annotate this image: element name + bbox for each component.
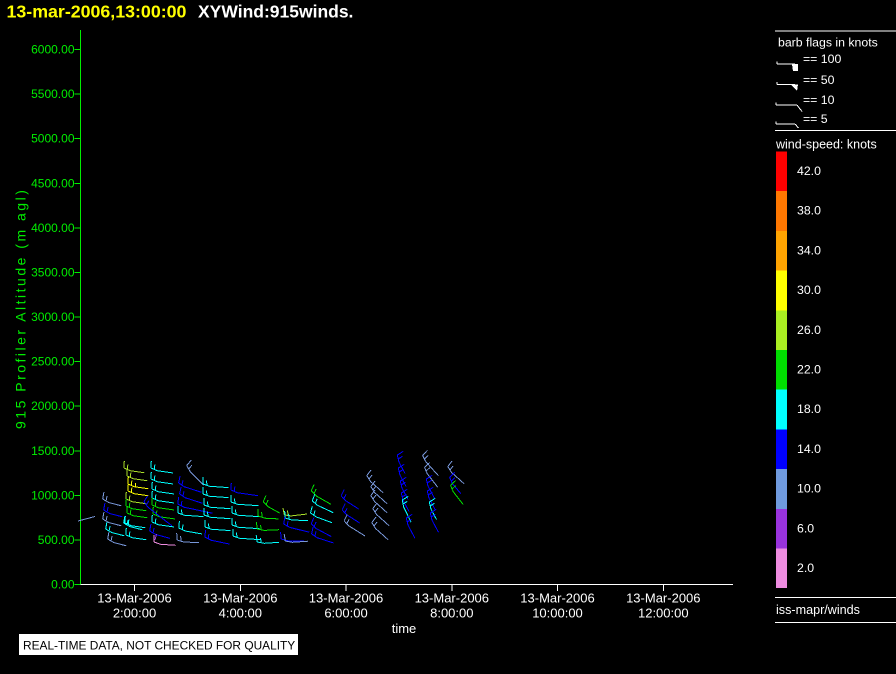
- svg-text:5000.00: 5000.00: [31, 132, 75, 146]
- svg-text:10:00:00: 10:00:00: [532, 606, 583, 621]
- svg-text:iss-mapr/winds: iss-mapr/winds: [776, 603, 860, 617]
- svg-text:34.0: 34.0: [797, 243, 821, 257]
- svg-text:13-Mar-2006: 13-Mar-2006: [97, 591, 171, 606]
- svg-text:4000.00: 4000.00: [31, 221, 75, 235]
- svg-text:2.0: 2.0: [797, 561, 814, 575]
- svg-text:12:00:00: 12:00:00: [638, 606, 689, 621]
- svg-text:6.0: 6.0: [797, 521, 814, 535]
- svg-text:3500.00: 3500.00: [31, 265, 75, 279]
- svg-text:22.0: 22.0: [797, 363, 821, 377]
- svg-text:2000.00: 2000.00: [31, 399, 75, 413]
- svg-text:30.0: 30.0: [797, 283, 821, 297]
- svg-text:1500.00: 1500.00: [31, 444, 75, 458]
- svg-text:== 50: == 50: [803, 73, 835, 87]
- svg-text:13-Mar-2006: 13-Mar-2006: [309, 591, 383, 606]
- svg-text:time: time: [392, 621, 417, 636]
- svg-text:2500.00: 2500.00: [31, 355, 75, 369]
- svg-text:5500.00: 5500.00: [31, 87, 75, 101]
- svg-text:XYWind:915winds.: XYWind:915winds.: [198, 2, 353, 22]
- svg-text:13-Mar-2006: 13-Mar-2006: [203, 591, 277, 606]
- svg-text:wind-speed: knots: wind-speed: knots: [775, 138, 877, 152]
- svg-text:0.00: 0.00: [51, 578, 75, 592]
- svg-text:== 10: == 10: [803, 93, 835, 107]
- svg-text:8:00:00: 8:00:00: [430, 606, 473, 621]
- svg-text:REAL-TIME DATA, NOT CHECKED FO: REAL-TIME DATA, NOT CHECKED FOR QUALITY: [23, 639, 295, 653]
- svg-text:6:00:00: 6:00:00: [324, 606, 367, 621]
- svg-text:4:00:00: 4:00:00: [219, 606, 262, 621]
- svg-text:13-Mar-2006: 13-Mar-2006: [626, 591, 700, 606]
- svg-text:10.0: 10.0: [797, 482, 821, 496]
- svg-text:38.0: 38.0: [797, 204, 821, 218]
- svg-text:500.00: 500.00: [38, 533, 75, 547]
- svg-text:915 Profiler Altitude (m agl): 915 Profiler Altitude (m agl): [13, 188, 29, 429]
- svg-text:13-Mar-2006: 13-Mar-2006: [520, 591, 594, 606]
- svg-text:== 5: == 5: [803, 112, 828, 126]
- svg-text:barb flags in knots: barb flags in knots: [778, 36, 878, 50]
- svg-text:2:00:00: 2:00:00: [113, 606, 156, 621]
- svg-text:== 100: == 100: [803, 52, 841, 66]
- svg-text:6000.00: 6000.00: [31, 43, 75, 57]
- svg-text:4500.00: 4500.00: [31, 176, 75, 190]
- svg-text:13-Mar-2006: 13-Mar-2006: [415, 591, 489, 606]
- svg-text:3000.00: 3000.00: [31, 310, 75, 324]
- svg-text:18.0: 18.0: [797, 402, 821, 416]
- svg-text:42.0: 42.0: [797, 164, 821, 178]
- svg-text:13-mar-2006,13:00:00: 13-mar-2006,13:00:00: [7, 2, 187, 22]
- svg-text:1000.00: 1000.00: [31, 488, 75, 502]
- svg-text:14.0: 14.0: [797, 442, 821, 456]
- svg-text:26.0: 26.0: [797, 323, 821, 337]
